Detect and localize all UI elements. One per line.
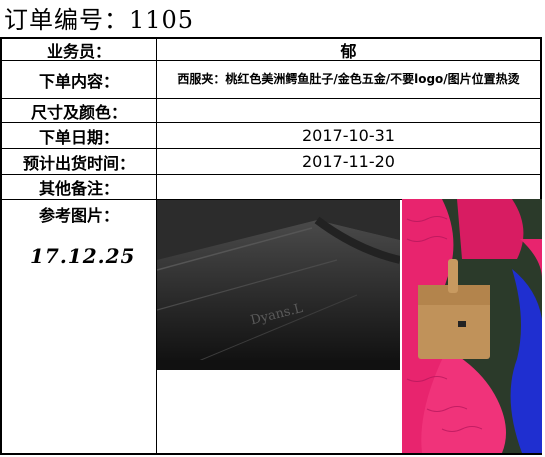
size-color-value	[157, 99, 540, 122]
order-content-label: 下单内容：	[2, 61, 157, 98]
reference-cell: 参考图片： 17.12.25	[2, 200, 157, 453]
order-sheet: 业务员： 郁 下单内容： 西服夹：桃红色美洲鳄鱼肚子/金色五金/不要logo/图…	[0, 37, 542, 455]
remarks-label: 其他备注：	[2, 175, 157, 199]
size-color-label: 尺寸及颜色：	[2, 99, 157, 122]
order-date-value: 2017-10-31	[302, 126, 395, 145]
reference-photo-black-leather: Dyans.L	[157, 200, 400, 370]
row-salesperson: 业务员： 郁	[2, 39, 540, 61]
remarks-value	[157, 175, 540, 199]
ship-date-value: 2017-11-20	[302, 152, 395, 171]
salesperson-label: 业务员：	[2, 39, 157, 61]
reference-photo-pink-crocodile	[402, 199, 542, 453]
reference-label: 参考图片：	[38, 206, 119, 225]
ship-date-label: 预计出货时间：	[2, 149, 157, 174]
order-content-value: 西服夹：桃红色美洲鳄鱼肚子/金色五金/不要logo/图片位置热烫	[177, 72, 520, 86]
handwritten-date: 17.12.25	[30, 244, 136, 268]
row-order-content: 下单内容： 西服夹：桃红色美洲鳄鱼肚子/金色五金/不要logo/图片位置热烫	[2, 61, 540, 99]
row-remarks: 其他备注：	[2, 175, 540, 200]
row-size-color: 尺寸及颜色：	[2, 99, 540, 123]
row-order-date: 下单日期： 2017-10-31	[2, 123, 540, 149]
order-date-label: 下单日期：	[2, 123, 157, 148]
salesperson-value: 郁	[340, 41, 357, 61]
row-ship-date: 预计出货时间： 2017-11-20	[2, 149, 540, 175]
order-number-title: 订单编号：1105	[4, 6, 195, 34]
